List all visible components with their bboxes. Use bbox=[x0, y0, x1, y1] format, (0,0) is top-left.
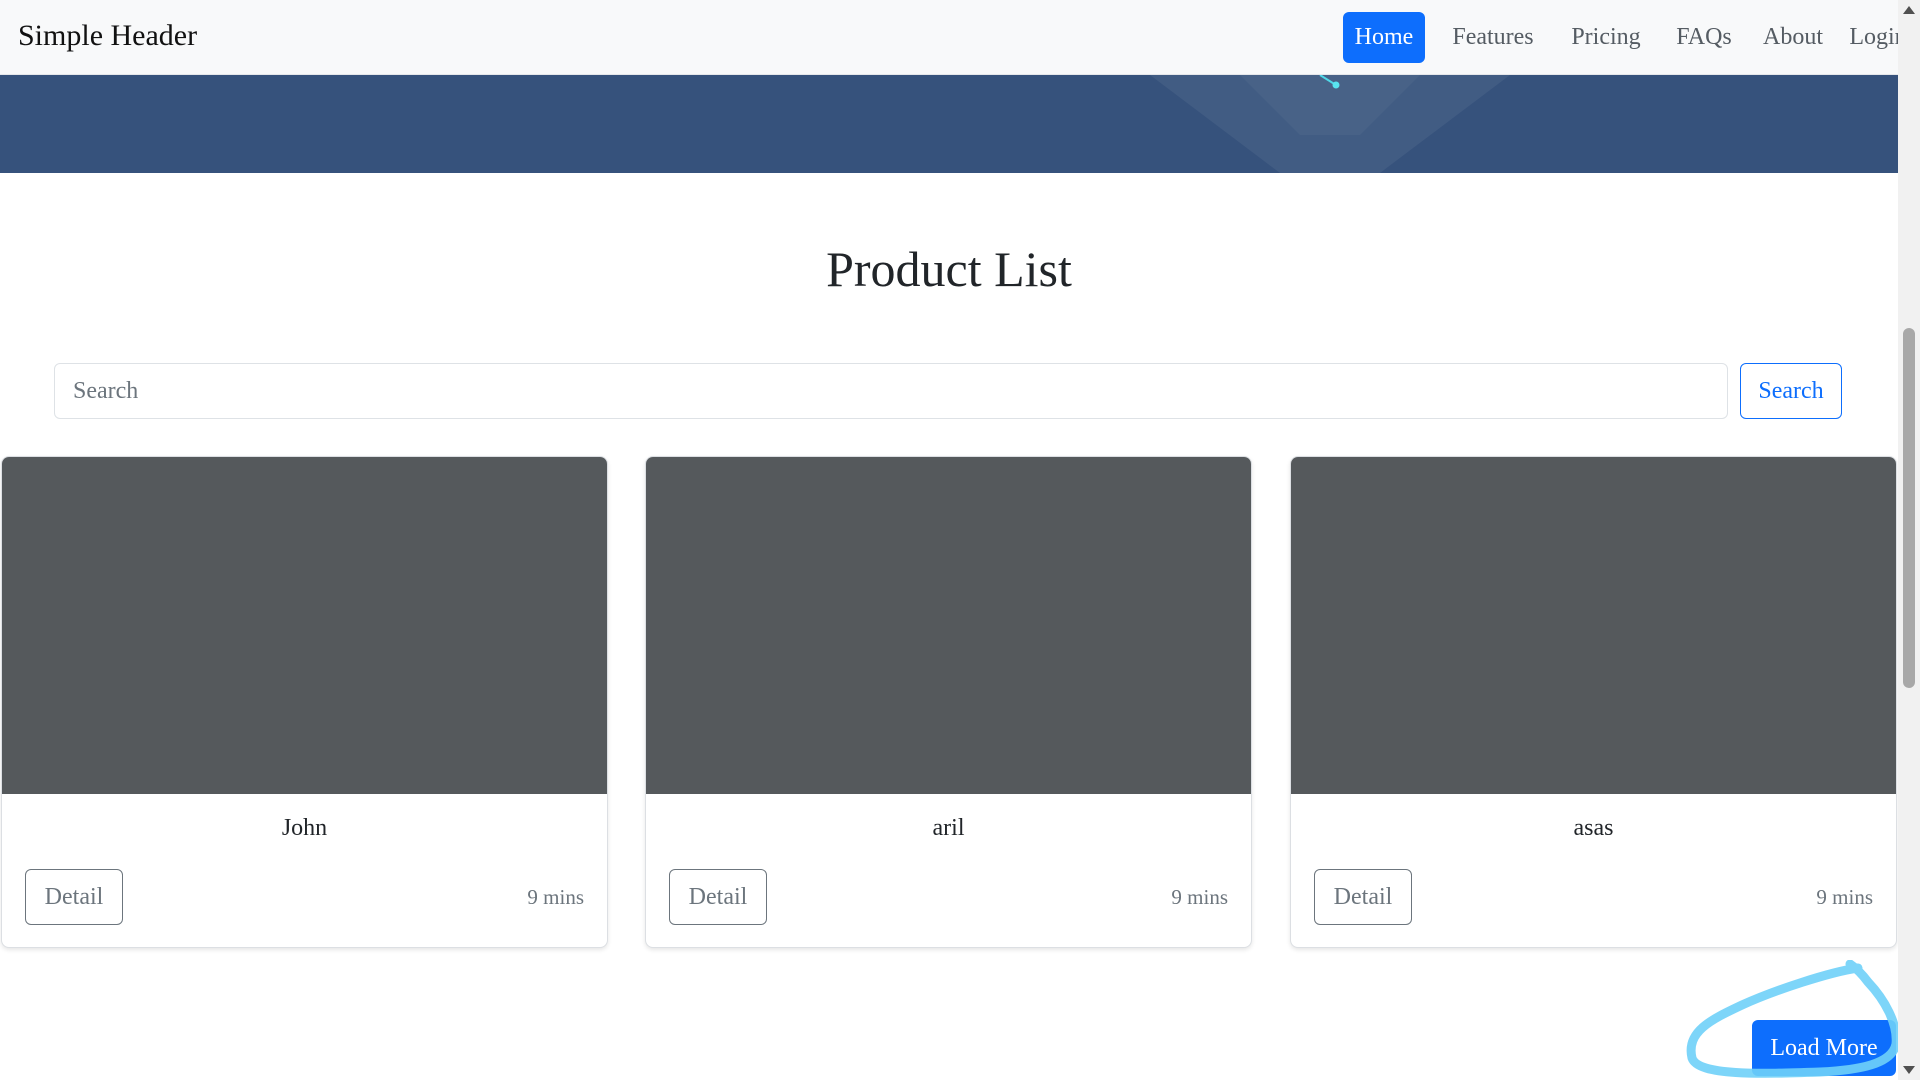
scroll-up-arrow-icon[interactable] bbox=[1903, 6, 1915, 14]
load-more-button[interactable]: Load More bbox=[1752, 1020, 1896, 1076]
product-time: 9 mins bbox=[527, 885, 584, 909]
hero-decoration bbox=[1150, 75, 1510, 173]
product-image-placeholder bbox=[646, 457, 1251, 794]
nav-home[interactable]: Home bbox=[1343, 12, 1425, 63]
product-name: aril bbox=[932, 815, 965, 841]
product-time: 9 mins bbox=[1816, 885, 1873, 909]
product-name: asas bbox=[1573, 815, 1614, 841]
brand-title[interactable]: Simple Header bbox=[18, 19, 197, 53]
product-card: asas Detail 9 mins bbox=[1290, 456, 1897, 948]
search-input[interactable] bbox=[54, 363, 1728, 419]
hero-banner bbox=[0, 75, 1898, 173]
nav-pricing[interactable]: Pricing bbox=[1556, 12, 1656, 63]
product-card: aril Detail 9 mins bbox=[645, 456, 1252, 948]
scrollbar-thumb[interactable] bbox=[1903, 328, 1915, 688]
navbar: Simple Header Home Features Pricing FAQs… bbox=[0, 0, 1907, 75]
product-image-placeholder bbox=[1291, 457, 1896, 794]
detail-button[interactable]: Detail bbox=[1314, 869, 1412, 925]
detail-button[interactable]: Detail bbox=[25, 869, 123, 925]
product-time: 9 mins bbox=[1171, 885, 1228, 909]
product-card: John Detail 9 mins bbox=[1, 456, 608, 948]
vertical-scrollbar[interactable] bbox=[1898, 0, 1920, 1080]
nav-faqs[interactable]: FAQs bbox=[1666, 12, 1742, 63]
product-image-placeholder bbox=[2, 457, 607, 794]
scroll-down-arrow-icon[interactable] bbox=[1903, 1066, 1915, 1074]
page-title: Product List bbox=[826, 241, 1072, 297]
nav-features[interactable]: Features bbox=[1438, 12, 1548, 63]
product-name: John bbox=[281, 815, 328, 841]
detail-button[interactable]: Detail bbox=[669, 869, 767, 925]
nav-about[interactable]: About bbox=[1753, 12, 1833, 63]
search-button[interactable]: Search bbox=[1740, 363, 1842, 419]
